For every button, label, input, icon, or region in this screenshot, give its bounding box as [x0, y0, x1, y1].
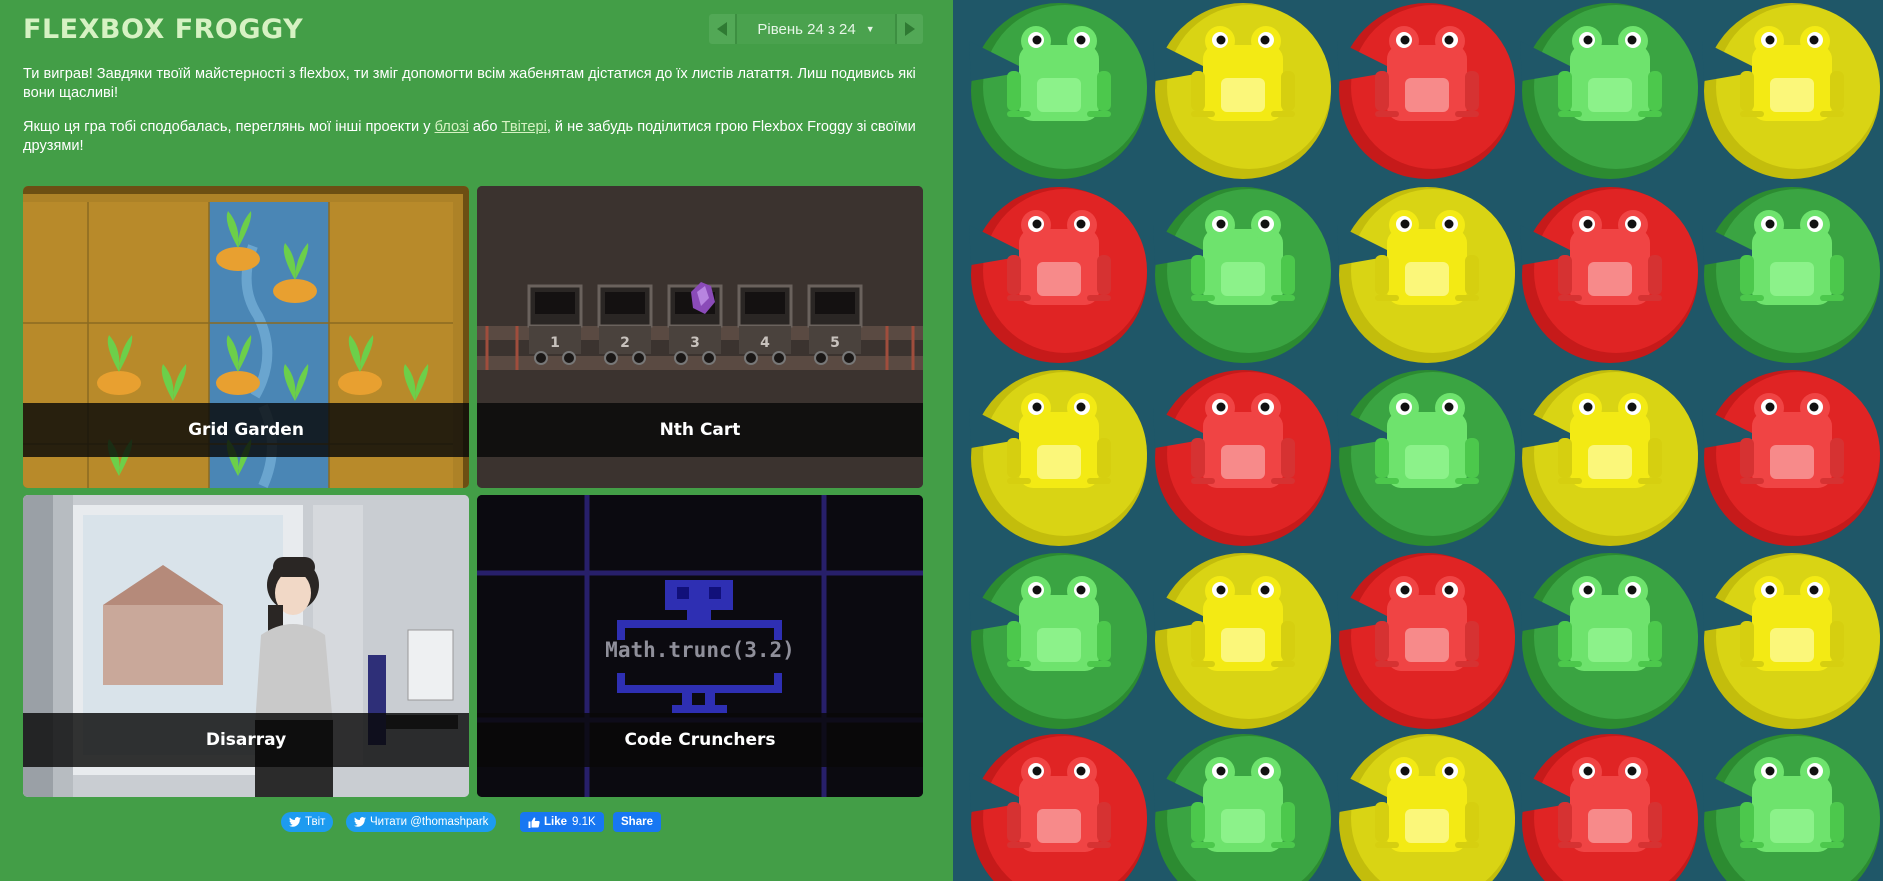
- lily-pad-with-frog: [1153, 3, 1331, 179]
- arrow-right-icon: [905, 22, 915, 36]
- chevron-down-icon: ▼: [865, 24, 875, 34]
- blog-link[interactable]: блозі: [435, 119, 469, 135]
- cart-number: 3: [690, 335, 700, 351]
- twitter-bird-icon: [354, 817, 366, 827]
- code-expression: Math.trunc(3.2): [605, 638, 795, 662]
- cart-number: 2: [620, 335, 630, 351]
- lily-pad-with-frog: [1702, 187, 1880, 363]
- lily-pad-with-frog: [969, 3, 1147, 179]
- level-navigation: Рівень 24 з 24 ▼: [709, 14, 923, 44]
- lily-pad-with-frog: [1520, 370, 1698, 546]
- tweet-button[interactable]: Твіт: [281, 812, 334, 832]
- lily-pad-with-frog: [1520, 187, 1698, 363]
- previous-level-button[interactable]: [709, 14, 735, 44]
- lily-pad-with-frog: [1153, 370, 1331, 546]
- lily-pad-with-frog: [1702, 553, 1880, 729]
- lily-pad-with-frog: [969, 370, 1147, 546]
- lily-pad-with-frog: [1337, 187, 1515, 363]
- lily-pad-with-frog: [1337, 553, 1515, 729]
- minecart: 5: [807, 284, 863, 365]
- lily-pad-with-frog: [969, 187, 1147, 363]
- lily-pad-with-frog: [1337, 3, 1515, 179]
- level-indicator[interactable]: Рівень 24 з 24 ▼: [737, 14, 895, 44]
- thumbs-up-icon: [528, 817, 540, 828]
- lily-pad-with-frog: [1337, 734, 1515, 881]
- card-title: Nth Cart: [477, 403, 923, 457]
- pond-canvas: [969, 3, 1880, 881]
- lily-pad-with-frog: [1153, 553, 1331, 729]
- lily-pad-with-frog: [1520, 734, 1698, 881]
- lily-pad-with-frog: [969, 734, 1147, 881]
- game-sidebar: FLEXBOX FROGGY Рівень 24 з 24 ▼ Ти вигра…: [0, 0, 953, 881]
- lily-pad-with-frog: [1153, 734, 1331, 881]
- project-card-disarray[interactable]: Disarray: [23, 495, 469, 797]
- share-message-text: або: [468, 119, 502, 135]
- lily-pad-with-frog: [1702, 734, 1880, 881]
- lily-pad-with-frog: [1520, 3, 1698, 179]
- share-message-text: Якщо ця гра тобі сподобалась, переглянь …: [23, 119, 435, 135]
- pond-board: [953, 0, 1883, 881]
- lily-pad-with-frog: [1702, 370, 1880, 546]
- cart-number: 5: [830, 335, 840, 351]
- cart-number: 1: [550, 335, 560, 351]
- cart-number: 4: [760, 335, 770, 351]
- minecart: 2: [597, 284, 653, 365]
- app-title: FLEXBOX FROGGY: [23, 14, 304, 45]
- lily-pad-with-frog: [1337, 370, 1515, 546]
- lily-pad-with-frog: [969, 553, 1147, 729]
- share-message: Якщо ця гра тобі сподобалась, переглянь …: [23, 118, 923, 156]
- twitter-link[interactable]: Твітері: [502, 119, 547, 135]
- like-label: Like: [544, 816, 568, 828]
- project-card-nth-cart[interactable]: 1 2 3 4 5 Nth Cart: [477, 186, 923, 488]
- card-title: Disarray: [23, 713, 469, 767]
- minecart: 4: [737, 284, 793, 365]
- follow-button[interactable]: Читати @thomashpark: [346, 812, 497, 832]
- lily-pad-with-frog: [1702, 3, 1880, 179]
- lily-pad-with-frog: [1153, 187, 1331, 363]
- card-title: Code Crunchers: [477, 713, 923, 767]
- tweet-button-label: Твіт: [305, 816, 326, 828]
- minecart: 1: [527, 284, 583, 365]
- facebook-like-button[interactable]: Like 9.1K: [520, 812, 604, 832]
- twitter-bird-icon: [289, 817, 301, 827]
- share-label: Share: [621, 816, 653, 828]
- card-title: Grid Garden: [23, 403, 469, 457]
- facebook-share-button[interactable]: Share: [613, 812, 661, 832]
- like-count: 9.1K: [572, 816, 596, 828]
- victory-message: Ти виграв! Завдяки твоїй майстерності з …: [23, 66, 916, 101]
- level-indicator-label: Рівень 24 з 24: [757, 20, 856, 38]
- next-level-button[interactable]: [897, 14, 923, 44]
- arrow-left-icon: [717, 22, 727, 36]
- project-card-code-crunchers[interactable]: Math.trunc(3.2) Code Crunchers: [477, 495, 923, 797]
- follow-button-label: Читати @thomashpark: [370, 816, 489, 828]
- lily-pad-with-frog: [1520, 553, 1698, 729]
- project-card-grid-garden[interactable]: Grid Garden: [23, 186, 469, 488]
